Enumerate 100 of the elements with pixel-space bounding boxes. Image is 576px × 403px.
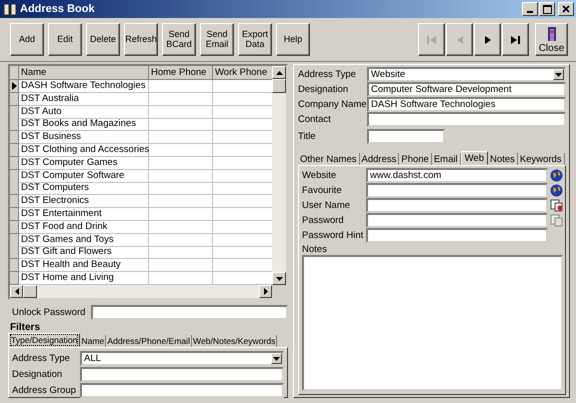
open-web-button[interactable] [549,168,563,182]
toolbar-button[interactable]: Delete [86,23,120,56]
text-field[interactable] [366,213,548,228]
scroll-right-button[interactable] [259,285,272,298]
first-record-icon [427,36,436,44]
field-label: Favourite [302,185,343,196]
password-field[interactable] [91,305,288,320]
table-cell [149,246,213,260]
text-field[interactable] [367,129,445,144]
copy-button[interactable] [549,198,563,212]
field-label: Company Name [298,99,367,110]
name-cell: DST Games and Toys [19,234,149,247]
navigation-button[interactable] [502,23,529,56]
table-cell [149,234,213,247]
tab[interactable]: Email [432,153,461,165]
previous-icon [456,36,462,44]
text-field[interactable] [366,228,548,243]
tab[interactable]: Other Names [298,153,360,165]
card-icon [550,214,562,227]
toolbar-button[interactable]: Send BCard [162,23,196,56]
filter-tab[interactable]: Web/Notes/Keywords [192,335,278,347]
field-label: Designation [12,369,64,380]
name-cell: DST Computer Software [19,170,149,183]
toolbar-button[interactable]: Add [10,23,44,56]
text-field[interactable] [80,367,284,382]
row-indicator[interactable] [10,80,19,93]
book-icon [3,2,17,16]
scroll-left-button[interactable] [10,285,23,298]
scroll-up-icon [276,70,282,74]
text-field[interactable] [366,183,548,198]
dropdown-arrow-icon [555,72,562,76]
field-label: Address Type [12,353,71,364]
text-field[interactable] [80,383,284,398]
field-label: Address Group [12,385,77,396]
current-row-icon [12,82,16,90]
name-cell: DST Clothing and Accessories [19,144,149,157]
horizontal-scrollbar[interactable] [10,285,272,298]
name-cell: DST Electronics [19,195,149,208]
text-field[interactable]: DASH Software Technologies [367,97,566,112]
open-web-button[interactable] [549,184,563,198]
close-button[interactable] [558,2,574,16]
field-label: Password [302,215,345,226]
name-cell: DST Entertainment [19,208,149,221]
name-cell: DST Books and Magazines [19,118,149,132]
name-cell: DST Business [19,131,149,144]
name-cell: DST Auto [19,106,149,119]
field-label: Contact [298,114,332,125]
close-icon [562,5,570,13]
globe-icon [550,169,562,182]
text-field[interactable] [367,112,566,127]
text-field[interactable] [366,198,548,213]
dropdown[interactable]: ALL [80,351,284,366]
name-cell: DST Food and Drink [19,220,149,234]
notes-area[interactable] [302,255,563,391]
scroll-down-icon [276,276,282,280]
column-header[interactable]: Name [19,66,149,80]
name-cell: DST Computers [19,182,149,196]
minimize-button[interactable] [522,2,538,16]
name-cell: DST Gift and Flowers [19,246,149,260]
table-cell [149,170,213,183]
toolbar-button[interactable]: Refresh [124,23,158,56]
field-label: Designation [298,84,350,95]
table-cell [149,80,213,93]
scroll-left-icon [14,288,18,295]
last-record-icon [511,36,520,44]
toolbar-button[interactable]: Edit [48,23,82,56]
section-title: Filters [9,322,42,333]
maximize-button[interactable] [539,2,555,16]
text-field[interactable]: www.dashst.com [366,168,548,183]
toolbar-button[interactable]: Export Data [238,23,272,56]
field-label: Unlock Password [12,307,86,318]
table-cell [149,259,213,272]
tab[interactable]: Keywords [518,153,565,165]
tab[interactable]: Phone [399,153,432,165]
table-cell [149,144,213,157]
scroll-up-button[interactable] [272,66,286,79]
dropdown[interactable]: Website [367,67,566,82]
filter-tab[interactable]: Address/Phone/Email [106,335,192,347]
vertical-scrollbar[interactable] [272,66,286,285]
filter-tab[interactable]: Type/Designation [8,333,80,347]
filter-tab[interactable]: Name [80,335,106,347]
window-title: Address Book [20,3,95,15]
column-header[interactable]: Home Phone [149,66,213,80]
scroll-down-button[interactable] [272,272,286,285]
tab[interactable]: Address [360,153,400,165]
scroll-thumb[interactable] [272,79,286,93]
table-cell [149,182,213,196]
navigation-button[interactable] [474,23,501,56]
scroll-thumb[interactable] [23,285,37,298]
field-label: Website [302,170,338,181]
table-cell [149,195,213,208]
toolbar-button[interactable]: Send Email [200,23,234,56]
table-cell [149,92,213,106]
text-field[interactable]: Computer Software Development [367,82,566,97]
toolbar-button[interactable]: Help [276,23,310,56]
tab[interactable]: Web [460,151,488,165]
column-header[interactable]: Work Phone [213,66,272,80]
close-window-button[interactable]: Close [535,23,568,56]
tab[interactable]: Notes [488,153,518,165]
table-cell [149,131,213,144]
